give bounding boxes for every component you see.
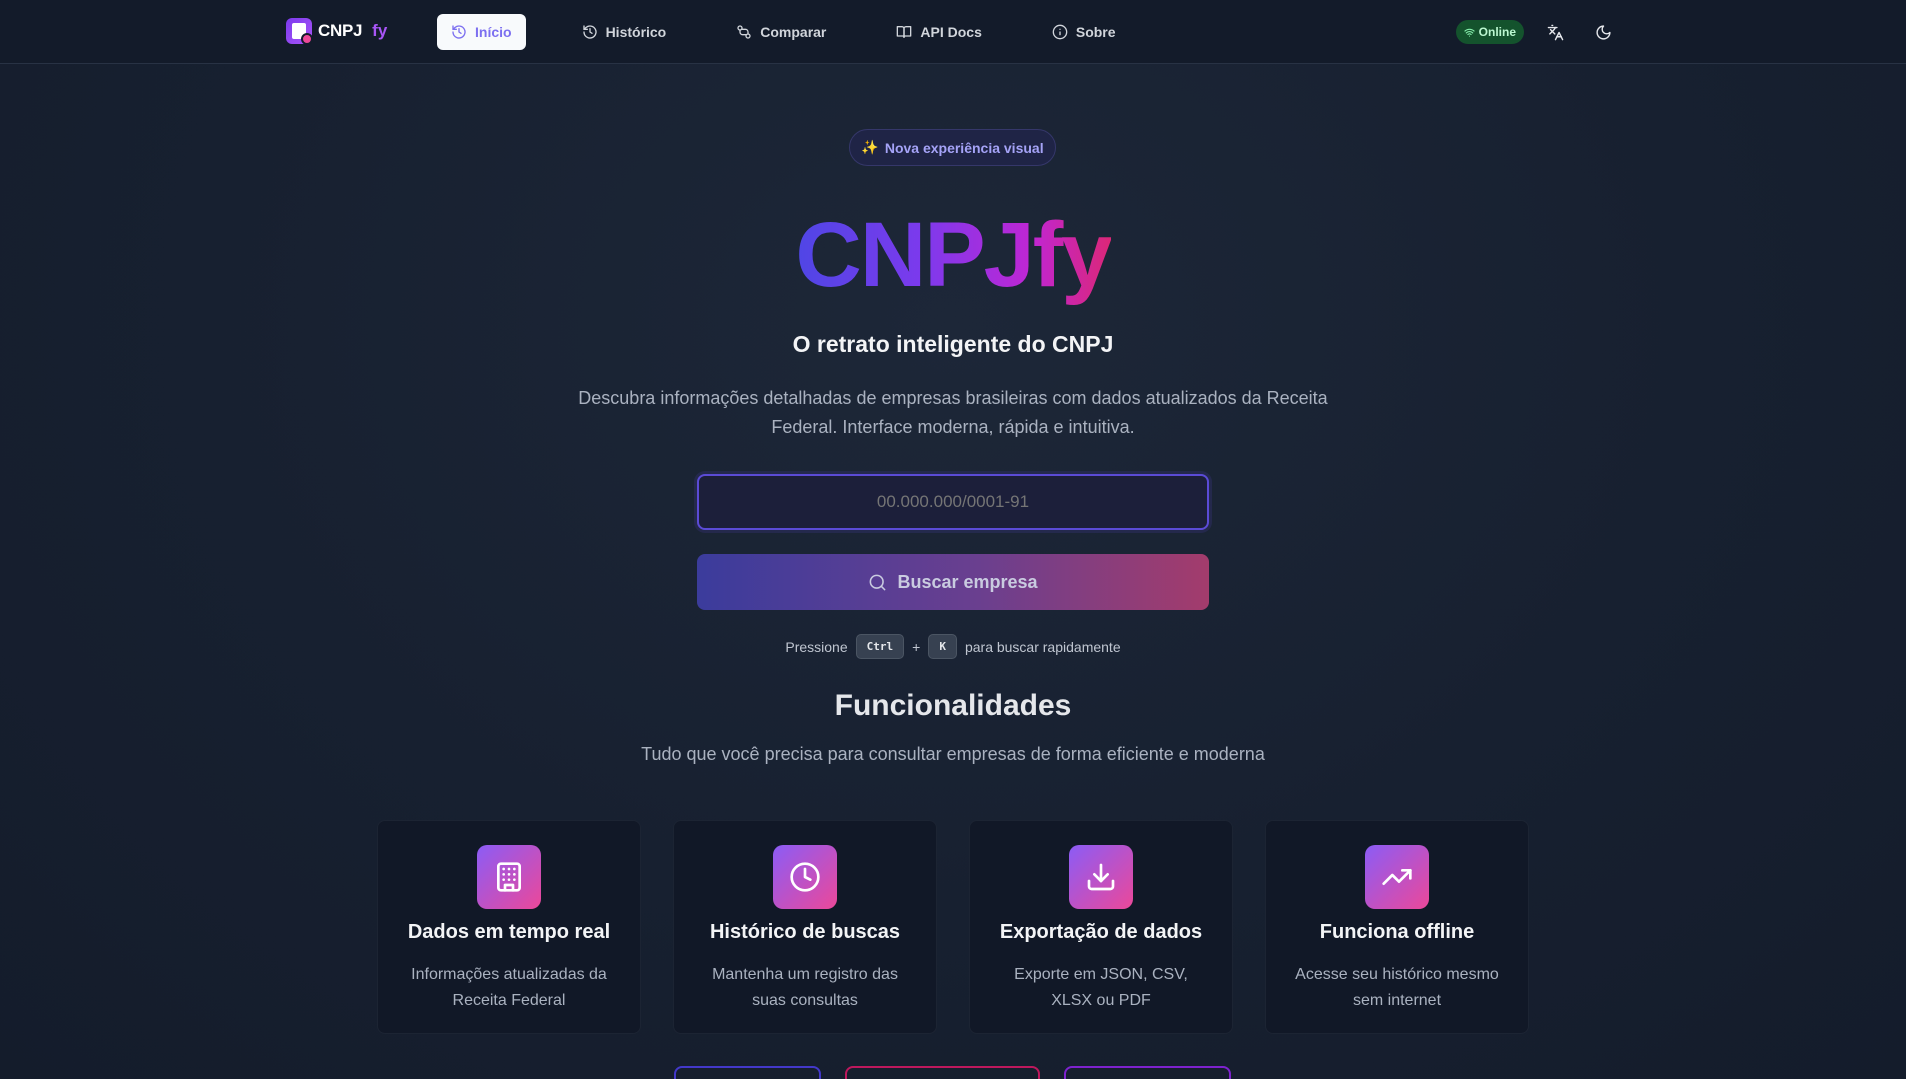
feature-icon-tile [1069,845,1133,909]
status-label: Online [1478,25,1516,39]
feature-description: Exporte em JSON, CSV, XLSX ou PDF [1014,966,1188,1009]
hero-title: CNPJfy [795,204,1112,306]
nav-item-comparar[interactable]: Comparar [722,14,840,50]
sparkles-icon: ✨ [861,139,879,155]
feature-card-history: Histórico de buscas Mantenha um registro… [673,820,937,1034]
nav-item-api-docs[interactable]: API Docs [882,14,995,50]
feature-card-realtime: Dados em tempo real Informações atualiza… [377,820,641,1034]
feature-description: Mantenha um registro das suas consultas [712,966,898,1009]
trending-up-icon [1382,869,1412,885]
nav-item-label: Comparar [760,24,827,40]
bottom-action-button-1[interactable] [674,1066,821,1079]
logo-icon [286,18,313,45]
hero-description: Descubra informações detalhadas de empre… [578,388,1328,437]
search-icon [870,574,886,590]
logo-accent: fy [372,21,388,40]
download-icon [1087,863,1115,891]
feature-description: Acesse seu histórico mesmo sem internet [1295,966,1499,1009]
online-status-badge: Online [1455,20,1524,44]
app-logo[interactable]: CNPJ fy [286,18,388,45]
features-title: Funcionalidades [834,689,1072,722]
hint-plus: + [912,638,921,655]
keyboard-shortcut-hint: Pressione Ctrl + K para buscar rapidamen… [0,634,1906,659]
logo-text: CNPJ [318,21,363,40]
feature-cards: Dados em tempo real Informações atualiza… [377,820,1529,1034]
info-icon [1052,24,1068,40]
clock-icon [790,862,820,892]
new-experience-badge: ✨ Nova experiência visual [849,129,1056,166]
hint-suffix: para buscar rapidamente [964,638,1121,655]
nav-item-historico[interactable]: Histórico [568,14,681,50]
feature-title: Exportação de dados [999,921,1203,943]
translate-icon [1547,24,1563,40]
feature-icon-tile [477,845,541,909]
wifi-icon [1464,28,1475,37]
nav-item-label: API Docs [920,24,982,40]
cnpj-search-input[interactable] [697,474,1209,530]
history-icon [452,25,466,39]
nav-actions: Online [1455,16,1620,48]
main-nav: Início Histórico Comparar API Docs Sobre [437,14,1130,50]
hint-prefix: Pressione [785,638,848,655]
nav-item-sobre[interactable]: Sobre [1038,14,1130,50]
badge-label: Nova experiência visual [884,139,1044,156]
ctrl-key: Ctrl [855,634,905,659]
search-button-label: Buscar empresa [897,571,1038,592]
building-icon [497,862,521,892]
compare-icon [737,25,751,39]
feature-icon-tile [1365,845,1429,909]
bottom-action-button-2[interactable] [845,1066,1040,1079]
features-subtitle: Tudo que você precisa para consultar emp… [641,744,1265,764]
feature-card-export: Exportação de dados Exporte em JSON, CSV… [969,820,1233,1034]
feature-icon-tile [773,845,837,909]
feature-card-offline: Funciona offline Acesse seu histórico me… [1265,820,1529,1034]
feature-title: Dados em tempo real [407,921,611,943]
language-button[interactable] [1538,16,1572,48]
hero-subtitle: O retrato inteligente do CNPJ [792,331,1114,357]
nav-item-label: Sobre [1075,24,1116,40]
book-icon [897,26,912,38]
search-company-button[interactable]: Buscar empresa [697,554,1209,610]
feature-title: Funciona offline [1319,921,1475,943]
bottom-action-button-3[interactable] [1064,1066,1231,1079]
nav-item-label: Histórico [605,24,667,40]
nav-item-label: Início [475,24,512,40]
moon-icon [1595,24,1611,40]
k-key: K [928,634,957,659]
feature-description: Informações atualizadas da Receita Feder… [411,966,607,1009]
history-icon [582,25,597,39]
nav-item-inicio[interactable]: Início [437,14,526,50]
theme-toggle-button[interactable] [1586,16,1620,48]
feature-title: Histórico de buscas [709,921,901,943]
top-navbar: CNPJ fy Início Histórico Comparar API Do… [0,0,1906,64]
